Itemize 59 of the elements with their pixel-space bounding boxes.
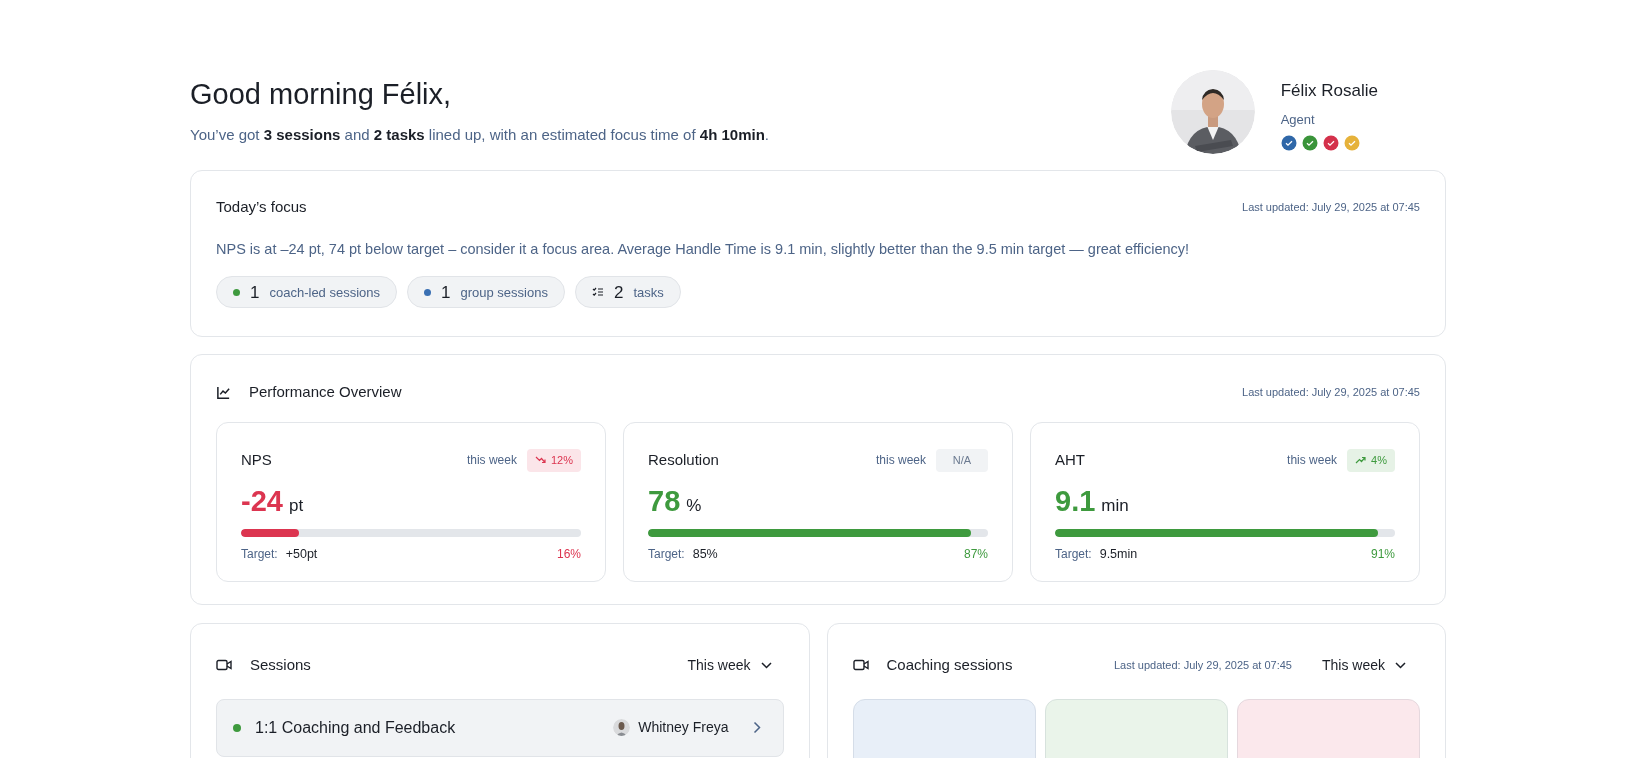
period-dropdown[interactable]: This week	[687, 654, 772, 676]
filter-chip[interactable]: 1 group sessions	[407, 276, 565, 309]
target-label: Target:	[241, 546, 278, 563]
chevron-right-icon	[752, 721, 761, 734]
chevron-down-icon	[1395, 661, 1406, 669]
target-value: 85%	[692, 546, 718, 563]
metric-name: AHT	[1055, 449, 1085, 470]
profile-role: Agent	[1280, 110, 1316, 129]
target-value: 9.5min	[1099, 546, 1138, 563]
percent-value: 16%	[556, 546, 581, 564]
line-chart-icon	[216, 384, 231, 400]
filter-chip[interactable]: 2 tasks	[574, 276, 681, 309]
percent-value: 91%	[1370, 546, 1395, 564]
video-camera-icon	[852, 659, 869, 672]
period-dropdown[interactable]: This week	[1321, 654, 1406, 676]
trend-badge: N/A	[936, 448, 988, 472]
chip-label: coach-led sessions	[269, 283, 381, 302]
greeting-title: Good morning Félix,	[190, 77, 453, 112]
period-label: this week	[875, 452, 926, 469]
chip-count: 1	[250, 281, 260, 304]
trend-down-icon	[534, 456, 546, 464]
metric-unit: %	[686, 494, 702, 517]
metric-unit: min	[1101, 494, 1129, 517]
focus-message: NPS is at –24 pt, 74 pt below target – consider it a focus area. Average Handle Time is 9.1 min, slightly better than the 9.5 min target — great efficiency!	[216, 239, 1191, 259]
filter-chip[interactable]: 1 coach-led sessions	[216, 276, 398, 309]
chip-label: tasks	[633, 283, 664, 302]
target-value: +50pt	[285, 546, 318, 563]
last-updated: Last updated: July 29, 2025 at 07:45	[1114, 658, 1292, 673]
greeting-summary: You’ve got 3 sessions and 2 tasks lined up, with an estimated focus time of 4h 10min.	[190, 125, 769, 145]
chip-count: 1	[441, 281, 451, 304]
last-updated: Last updated: July 29, 2025 at 07:45	[1242, 200, 1420, 215]
metric-value: -24	[241, 483, 283, 519]
card-title: Today’s focus	[216, 197, 307, 217]
card-title: Coaching sessions	[886, 655, 1013, 675]
person-name: Whitney Freya	[638, 718, 729, 737]
profile-name: Félix Rosalie	[1280, 80, 1378, 102]
video-camera-icon	[216, 659, 232, 672]
target-label: Target:	[648, 546, 685, 563]
trend-up-icon	[1355, 456, 1367, 464]
target-label: Target:	[1055, 546, 1092, 563]
metric-value: 78	[648, 483, 681, 519]
session-row[interactable]: 1:1 Coaching and Feedback Whitney Freya	[216, 698, 784, 757]
metric-value: 9.1	[1055, 483, 1096, 519]
period-label: this week	[1287, 452, 1338, 469]
last-updated: Last updated: July 29, 2025 at 07:45	[1242, 385, 1420, 400]
metric-unit: pt	[288, 494, 304, 517]
metric-name: Resolution	[648, 449, 719, 470]
trend-badge: 4%	[1347, 448, 1395, 472]
percent-value: 87%	[963, 546, 988, 564]
card-title: Performance Overview	[249, 382, 402, 402]
checklist-icon	[591, 287, 604, 298]
session-title: 1:1 Coaching and Feedback	[255, 717, 457, 738]
card-title: Sessions	[250, 655, 311, 675]
trend-badge: 12%	[526, 448, 581, 472]
metric-name: NPS	[241, 449, 272, 470]
chip-label: group sessions	[460, 283, 548, 302]
chip-count: 2	[613, 281, 624, 304]
period-label: this week	[466, 452, 517, 469]
chevron-down-icon	[760, 661, 772, 669]
